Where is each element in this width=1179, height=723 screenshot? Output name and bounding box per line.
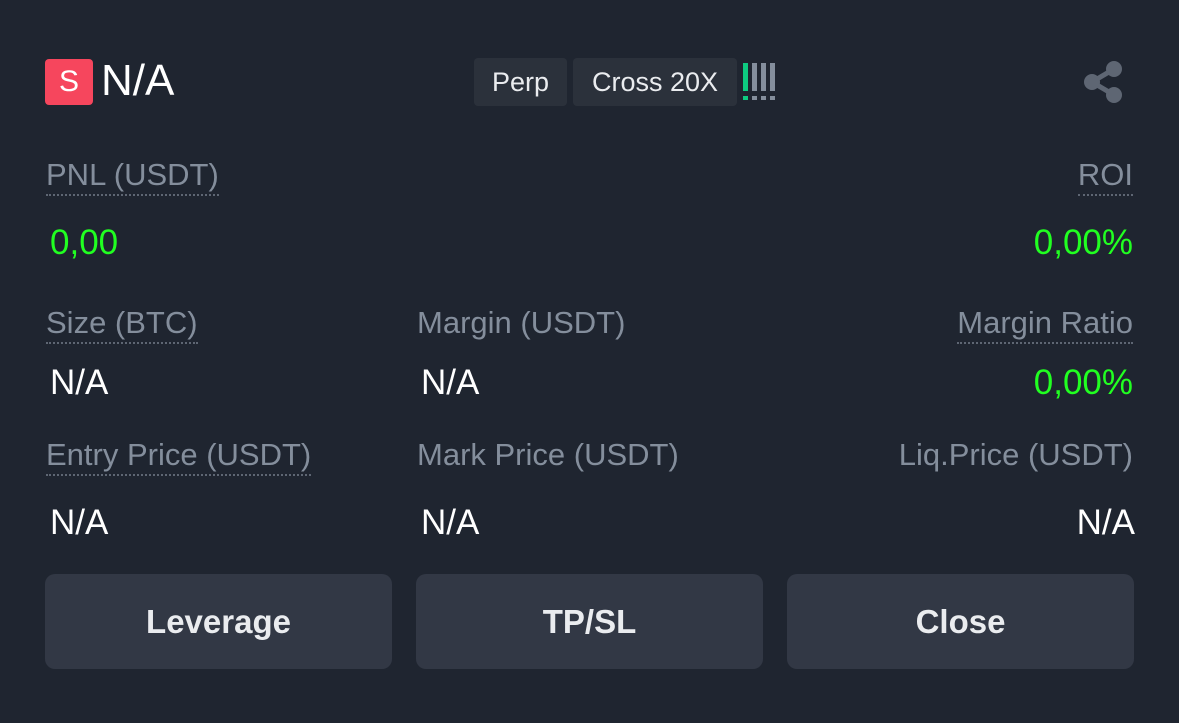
contract-type-tag: Perp bbox=[474, 58, 567, 106]
liq-price-value: N/A bbox=[1076, 503, 1135, 542]
mark-price-label: Mark Price (USDT) bbox=[417, 437, 679, 472]
margin-mode-leverage-tag[interactable]: Cross 20X bbox=[573, 58, 737, 106]
pnl-label[interactable]: PNL (USDT) bbox=[46, 155, 219, 196]
pnl-value: 0,00 bbox=[50, 223, 119, 262]
risk-level-indicator-icon bbox=[743, 63, 783, 103]
symbol-name: N/A bbox=[101, 56, 175, 105]
margin-value: N/A bbox=[421, 363, 480, 402]
liq-price-label: Liq.Price (USDT) bbox=[898, 437, 1133, 472]
position-header: S N/A Perp Cross 20X bbox=[45, 55, 1134, 107]
mark-price-value: N/A bbox=[421, 503, 480, 542]
tpsl-button[interactable]: TP/SL bbox=[416, 574, 763, 669]
size-label[interactable]: Size (BTC) bbox=[46, 303, 198, 344]
roi-label[interactable]: ROI bbox=[1077, 155, 1133, 196]
close-position-button[interactable]: Close bbox=[787, 574, 1134, 669]
short-side-badge: S bbox=[45, 59, 93, 105]
position-card: S N/A Perp Cross 20X PNL (USDT) ROI 0,00… bbox=[0, 0, 1179, 723]
share-icon[interactable] bbox=[1079, 58, 1127, 106]
margin-ratio-value: 0,00% bbox=[1033, 363, 1133, 402]
roi-value: 0,00% bbox=[1033, 223, 1133, 262]
margin-ratio-label[interactable]: Margin Ratio bbox=[957, 303, 1133, 344]
size-value: N/A bbox=[50, 363, 109, 402]
margin-label: Margin (USDT) bbox=[417, 305, 626, 340]
entry-price-value: N/A bbox=[50, 503, 109, 542]
leverage-button[interactable]: Leverage bbox=[45, 574, 392, 669]
entry-price-label[interactable]: Entry Price (USDT) bbox=[46, 435, 312, 476]
